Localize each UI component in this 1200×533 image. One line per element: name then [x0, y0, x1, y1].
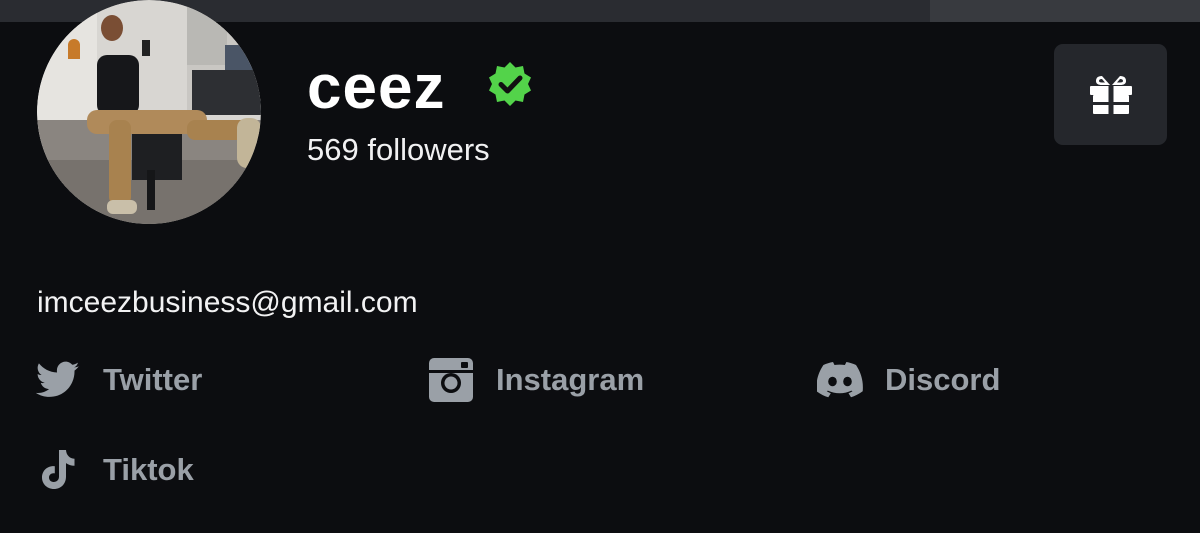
- username: ceez: [307, 53, 446, 122]
- tiktok-icon: [35, 447, 81, 493]
- social-label: Tiktok: [103, 452, 194, 487]
- instagram-icon: [428, 357, 474, 403]
- gift-button[interactable]: [1054, 44, 1167, 145]
- twitter-icon: [35, 357, 81, 403]
- top-bar-segment: [930, 0, 1200, 22]
- social-label: Discord: [885, 362, 1001, 397]
- social-link-instagram[interactable]: Instagram: [428, 357, 644, 403]
- discord-icon: [817, 357, 863, 403]
- social-label: Instagram: [496, 362, 645, 397]
- social-link-tiktok[interactable]: Tiktok: [35, 447, 194, 493]
- social-link-discord[interactable]: Discord: [817, 357, 1000, 403]
- avatar-image: [37, 0, 261, 224]
- avatar[interactable]: [37, 0, 261, 224]
- social-label: Twitter: [103, 362, 203, 397]
- verified-badge-icon: [486, 60, 534, 108]
- contact-email[interactable]: imceezbusiness@gmail.com: [37, 285, 418, 321]
- profile-page: ceez 569 followers imceezbusiness@gmail.…: [0, 0, 1200, 533]
- social-link-twitter[interactable]: Twitter: [35, 357, 202, 403]
- follower-count: 569 followers: [307, 132, 490, 167]
- gift-icon: [1089, 75, 1132, 114]
